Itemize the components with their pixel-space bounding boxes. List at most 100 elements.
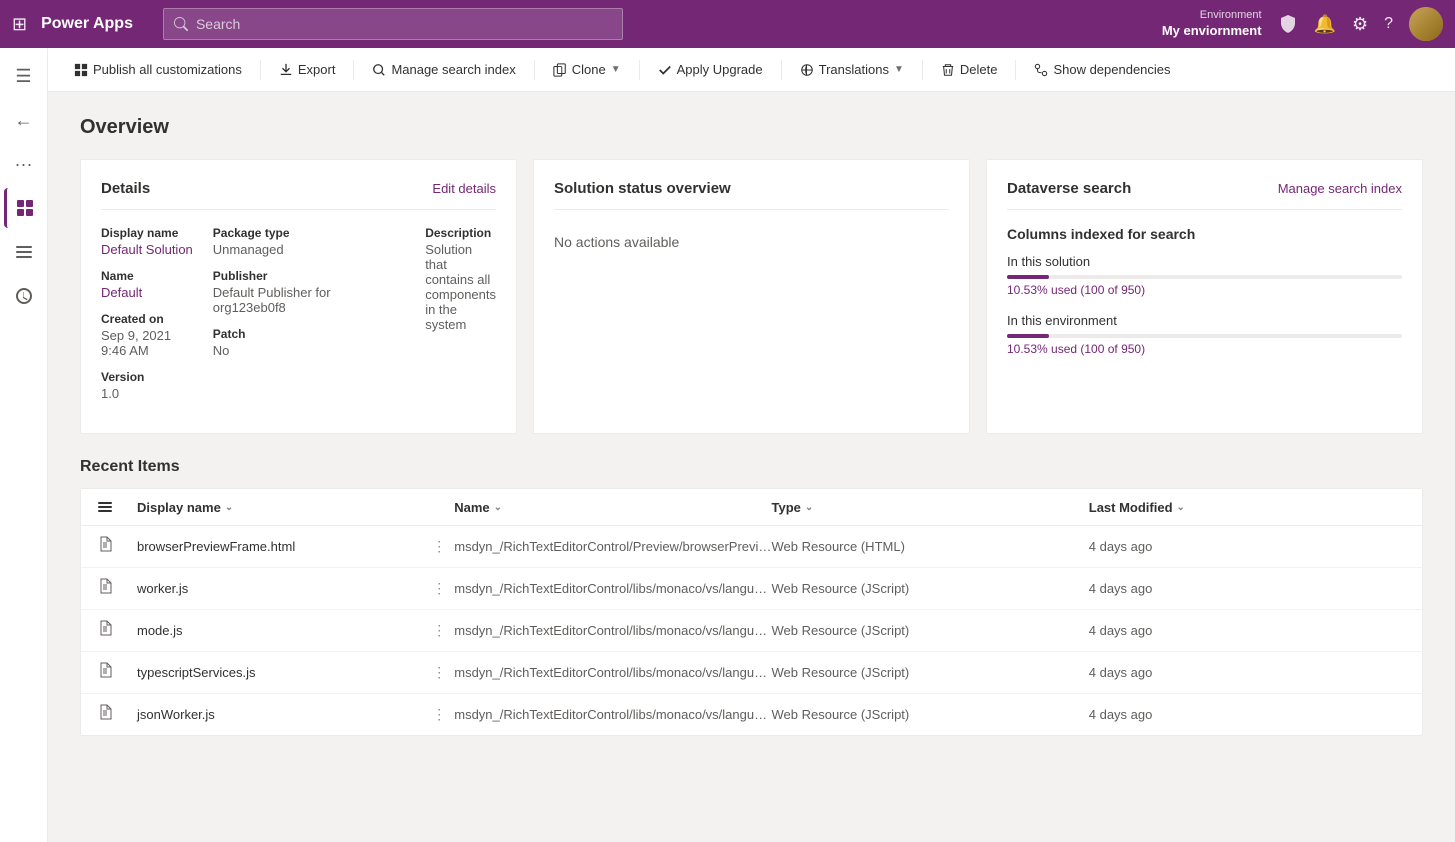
shield-icon	[1278, 14, 1298, 34]
command-bar: Publish all customizations Export Manage…	[48, 48, 1455, 92]
translations-icon	[800, 63, 814, 77]
env-label: Environment	[1162, 8, 1262, 22]
translations-button[interactable]: Translations ▼	[790, 56, 914, 83]
page-title: Overview	[80, 116, 1423, 139]
dataverse-card-title: Dataverse search	[1007, 180, 1131, 197]
nav-right: Environment My enviornment 🔔 ⚙ ?	[1162, 7, 1443, 41]
row-name-cell: typescriptServices.js ⋮	[137, 664, 454, 681]
edit-details-link[interactable]: Edit details	[432, 181, 496, 196]
user-avatar[interactable]	[1409, 7, 1443, 41]
publisher-label: Publisher	[213, 269, 405, 283]
details-card: Details Edit details Display name Defaul…	[80, 159, 517, 434]
sidebar-item-list[interactable]	[4, 232, 44, 272]
col-name-header[interactable]: Name ⌄	[454, 499, 771, 515]
export-button[interactable]: Export	[269, 56, 346, 83]
search-icon	[174, 17, 188, 31]
in-solution-progress-bar	[1007, 275, 1402, 279]
row-more-icon[interactable]: ⋮	[424, 538, 454, 555]
row-type: Web Resource (JScript)	[772, 707, 1089, 722]
row-file-icon	[97, 662, 137, 683]
in-environment-progress-bar	[1007, 334, 1402, 338]
version-value: 1.0	[101, 386, 193, 401]
row-more-icon[interactable]: ⋮	[424, 706, 454, 723]
publish-all-button[interactable]: Publish all customizations	[64, 56, 252, 83]
sidebar-item-more[interactable]: ···	[4, 144, 44, 184]
version-label: Version	[101, 370, 193, 384]
row-more-icon[interactable]: ⋮	[424, 580, 454, 597]
details-card-header: Details Edit details	[101, 180, 496, 210]
sidebar: ☰ ← ···	[0, 48, 48, 842]
row-name-cell: mode.js ⋮	[137, 622, 454, 639]
environment-info: Environment My enviornment	[1162, 8, 1262, 39]
row-type: Web Resource (HTML)	[772, 539, 1089, 554]
patch-value: No	[213, 343, 405, 358]
sidebar-item-apps[interactable]	[4, 188, 44, 228]
checkmark-icon	[658, 63, 672, 77]
sidebar-item-history[interactable]	[4, 276, 44, 316]
show-dependencies-button[interactable]: Show dependencies	[1024, 56, 1180, 83]
gear-icon[interactable]: ⚙	[1352, 14, 1368, 35]
row-file-icon	[97, 704, 137, 725]
table-row[interactable]: mode.js ⋮ msdyn_/RichTextEditorControl/l…	[81, 610, 1422, 652]
solution-status-card: Solution status overview No actions avai…	[533, 159, 970, 434]
columns-indexed-title: Columns indexed for search	[1007, 226, 1402, 242]
col-type-header[interactable]: Type ⌄	[772, 499, 1089, 515]
table-row[interactable]: typescriptServices.js ⋮ msdyn_/RichTextE…	[81, 652, 1422, 694]
row-name: msdyn_/RichTextEditorControl/libs/monaco…	[454, 665, 771, 680]
recent-items-title: Recent Items	[80, 458, 1423, 476]
row-display-name: typescriptServices.js	[137, 665, 255, 680]
sidebar-item-back[interactable]: ←	[4, 100, 44, 140]
display-name-label: Display name	[101, 226, 193, 240]
row-type: Web Resource (JScript)	[772, 665, 1089, 680]
clone-button[interactable]: Clone ▼	[543, 56, 631, 83]
package-type-value: Unmanaged	[213, 242, 405, 257]
in-environment-progress-fill	[1007, 334, 1049, 338]
table-row[interactable]: browserPreviewFrame.html ⋮ msdyn_/RichTe…	[81, 526, 1422, 568]
delete-button[interactable]: Delete	[931, 56, 1008, 83]
row-display-name: browserPreviewFrame.html	[137, 539, 295, 554]
col-modified-header[interactable]: Last Modified ⌄	[1089, 499, 1406, 515]
search-index-icon	[372, 63, 386, 77]
row-file-icon	[97, 536, 137, 557]
row-more-icon[interactable]: ⋮	[424, 622, 454, 639]
manage-search-link[interactable]: Manage search index	[1278, 181, 1402, 196]
details-card-title: Details	[101, 180, 150, 197]
row-name: msdyn_/RichTextEditorControl/libs/monaco…	[454, 581, 771, 596]
recent-items-table: Display name ⌄ Name ⌄ Type ⌄ Last Modi	[80, 488, 1423, 736]
bell-icon[interactable]: 🔔	[1314, 14, 1336, 35]
app-title: Power Apps	[41, 15, 133, 33]
help-icon[interactable]: ?	[1384, 15, 1393, 33]
separator	[922, 60, 923, 80]
display-name-value[interactable]: Default Solution	[101, 242, 193, 257]
name-value[interactable]: Default	[101, 285, 193, 300]
created-on-value: Sep 9, 20219:46 AM	[101, 328, 193, 358]
row-name: msdyn_/RichTextEditorControl/libs/monaco…	[454, 623, 771, 638]
separator	[353, 60, 354, 80]
row-file-icon	[97, 620, 137, 641]
no-actions-text: No actions available	[554, 226, 949, 258]
in-environment-section: In this environment 10.53% used (100 of …	[1007, 313, 1402, 356]
table-row[interactable]: worker.js ⋮ msdyn_/RichTextEditorControl…	[81, 568, 1422, 610]
dataverse-search-card: Dataverse search Manage search index Col…	[986, 159, 1423, 434]
sidebar-item-menu[interactable]: ☰	[4, 56, 44, 96]
separator	[1015, 60, 1016, 80]
table-row[interactable]: jsonWorker.js ⋮ msdyn_/RichTextEditorCon…	[81, 694, 1422, 735]
export-icon	[279, 63, 293, 77]
grid-icon[interactable]: ⊞	[12, 14, 27, 35]
manage-search-button[interactable]: Manage search index	[362, 56, 525, 83]
row-type: Web Resource (JScript)	[772, 581, 1089, 596]
translations-chevron: ▼	[894, 64, 904, 75]
apply-upgrade-button[interactable]: Apply Upgrade	[648, 56, 773, 83]
main-content: Overview Details Edit details Display na…	[48, 92, 1455, 842]
search-input[interactable]	[196, 16, 612, 32]
sort-modified-icon: ⌄	[1177, 502, 1185, 513]
row-more-icon[interactable]: ⋮	[424, 664, 454, 681]
row-modified: 4 days ago	[1089, 623, 1406, 638]
recent-items-section: Recent Items Display name ⌄ Name ⌄	[80, 458, 1423, 736]
overview-cards: Details Edit details Display name Defaul…	[80, 159, 1423, 434]
sort-name-icon: ⌄	[494, 502, 502, 513]
row-modified: 4 days ago	[1089, 665, 1406, 680]
in-environment-label: In this environment	[1007, 313, 1402, 328]
col-display-name-header[interactable]: Display name ⌄	[137, 499, 454, 515]
clone-chevron: ▼	[611, 64, 621, 75]
